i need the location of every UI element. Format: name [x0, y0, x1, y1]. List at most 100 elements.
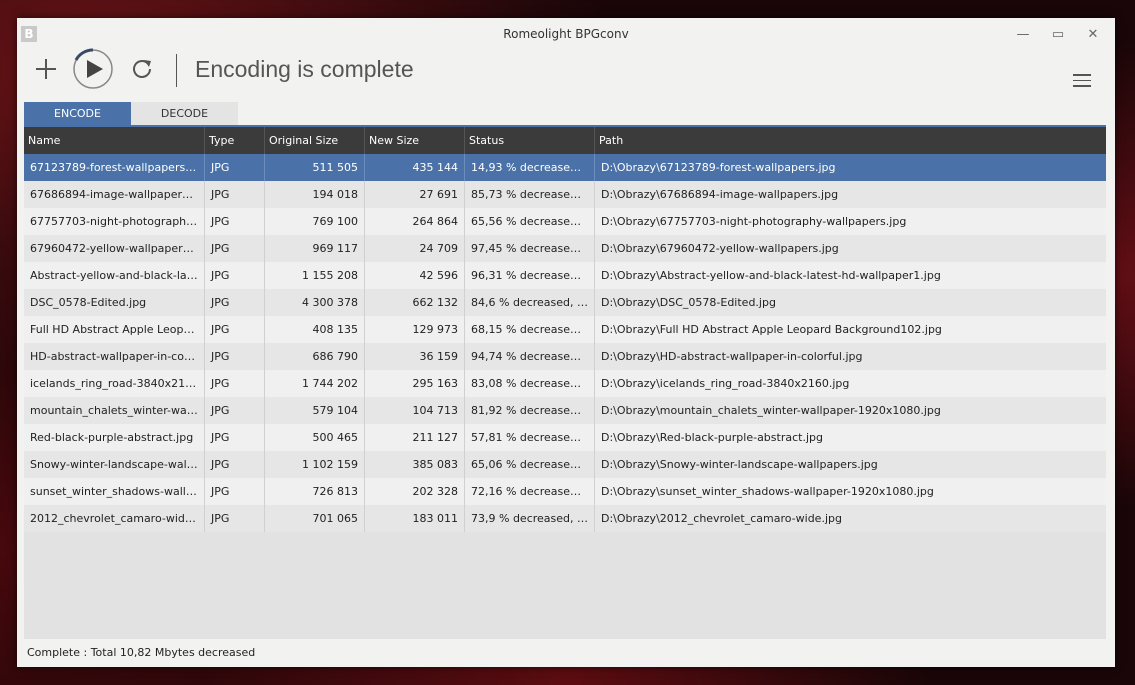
file-type-cell: JPG [205, 316, 265, 343]
file-name-cell: Snowy-winter-landscape-wallp... [24, 451, 205, 478]
table-row[interactable]: Red-black-purple-abstract.jpg JPG 500 465 2… [24, 424, 1106, 451]
column-header-status[interactable]: Status [465, 127, 595, 154]
original-size-cell: 4 300 378 [265, 289, 365, 316]
file-name-cell: 2012_chevrolet_camaro-wide.jpg [24, 505, 205, 532]
column-header-name[interactable]: Name [24, 127, 205, 154]
path-cell: D:\Obrazy\67123789-forest-wallpapers.jpg [601, 161, 836, 174]
table-body: 67123789-forest-wallpapers.jpg JPG 511 505… [24, 154, 1106, 532]
status-cell: 96,31 % decreased, x... [465, 262, 595, 289]
original-size-cell: 969 117 [265, 235, 365, 262]
new-size-cell: 36 159 [365, 343, 465, 370]
file-name-cell: Red-black-purple-abstract.jpg [24, 424, 205, 451]
tab-encode[interactable]: ENCODE [24, 102, 131, 125]
new-size-cell: 211 127 [365, 424, 465, 451]
new-size-cell: 295 163 [365, 370, 465, 397]
file-type-cell: JPG [205, 181, 265, 208]
table-row[interactable]: 67123789-forest-wallpapers.jpg JPG 511 505… [24, 154, 1106, 181]
new-size-cell: 24 709 [365, 235, 465, 262]
path-cell: D:\Obrazy\Full HD Abstract Apple Leopard… [601, 323, 942, 336]
path-cell: D:\Obrazy\HD-abstract-wallpaper-in-color… [601, 350, 863, 363]
refresh-icon [133, 60, 151, 78]
path-cell: D:\Obrazy\DSC_0578-Edited.jpg [601, 296, 776, 309]
new-size-cell: 183 011 [365, 505, 465, 532]
file-type-cell: JPG [205, 343, 265, 370]
status-cell: 81,92 % decreased, x... [465, 397, 595, 424]
file-type-cell: JPG [205, 478, 265, 505]
status-cell: 65,06 % decreased, x... [465, 451, 595, 478]
minimize-button[interactable]: — [1008, 24, 1038, 46]
toolbar-divider [176, 54, 177, 87]
table-row[interactable]: 2012_chevrolet_camaro-wide.jpg JPG 701 065… [24, 505, 1106, 532]
menu-icon-line [1073, 85, 1091, 87]
table-header: Name Type Original Size New Size Status … [24, 127, 1106, 154]
file-name-cell: Full HD Abstract Apple Leopar... [24, 316, 205, 343]
status-cell: 72,16 % decreased, x... [465, 478, 595, 505]
file-type-cell: JPG [205, 424, 265, 451]
status-cell: 85,73 % decreased, x... [465, 181, 595, 208]
file-type-cell: JPG [205, 370, 265, 397]
column-header-type[interactable]: Type [205, 127, 265, 154]
path-cell: D:\Obrazy\67757703-night-photography-wal… [601, 215, 907, 228]
original-size-cell: 701 065 [265, 505, 365, 532]
original-size-cell: 408 135 [265, 316, 365, 343]
file-name-cell: DSC_0578-Edited.jpg [24, 289, 205, 316]
file-type-cell: JPG [205, 235, 265, 262]
new-size-cell: 202 328 [365, 478, 465, 505]
table-row[interactable]: 67686894-image-wallpapers.jpg JPG 194 018 2… [24, 181, 1106, 208]
column-header-path[interactable]: Path [595, 127, 1106, 154]
table-row[interactable]: icelands_ring_road-3840x2160.... JPG 1 744… [24, 370, 1106, 397]
table-row[interactable]: Full HD Abstract Apple Leopar... JPG 408 1… [24, 316, 1106, 343]
status-cell: 84,6 % decreased, x265 [465, 289, 595, 316]
file-name-cell: HD-abstract-wallpaper-in-colo... [24, 343, 205, 370]
file-name-cell: 67686894-image-wallpapers.jpg [24, 181, 205, 208]
original-size-cell: 1 744 202 [265, 370, 365, 397]
original-size-cell: 511 505 [265, 154, 365, 181]
window-title: Romeolight BPGconv [503, 27, 629, 41]
path-cell: D:\Obrazy\sunset_winter_shadows-wallpape… [601, 485, 934, 498]
table-row[interactable]: HD-abstract-wallpaper-in-colo... JPG 686 7… [24, 343, 1106, 370]
plus-icon [36, 59, 56, 79]
table-row[interactable]: Abstract-yellow-and-black-late... JPG 1 15… [24, 262, 1106, 289]
refresh-button[interactable] [129, 56, 155, 82]
start-encoding-button[interactable] [72, 48, 114, 90]
file-type-cell: JPG [205, 208, 265, 235]
file-type-cell: JPG [205, 154, 265, 181]
menu-icon-line [1073, 79, 1091, 81]
new-size-cell: 435 144 [365, 154, 465, 181]
new-size-cell: 27 691 [365, 181, 465, 208]
table-row[interactable]: 67757703-night-photography-... JPG 769 100… [24, 208, 1106, 235]
path-cell: D:\Obrazy\2012_chevrolet_camaro-wide.jpg [601, 512, 842, 525]
original-size-cell: 1 102 159 [265, 451, 365, 478]
play-progress-icon [73, 48, 113, 89]
table-row[interactable]: Snowy-winter-landscape-wallp... JPG 1 102 … [24, 451, 1106, 478]
column-header-original-size[interactable]: Original Size [265, 127, 365, 154]
tab-decode[interactable]: DECODE [131, 102, 238, 125]
table-row[interactable]: mountain_chalets_winter-wall... JPG 579 10… [24, 397, 1106, 424]
hamburger-menu-button[interactable] [1073, 74, 1091, 88]
path-cell: D:\Obrazy\Snowy-winter-landscape-wallpap… [601, 458, 878, 471]
path-cell: D:\Obrazy\67686894-image-wallpapers.jpg [601, 188, 839, 201]
file-name-cell: 67757703-night-photography-... [24, 208, 205, 235]
status-cell: 73,9 % decreased, x265 [465, 505, 595, 532]
path-cell: D:\Obrazy\67960472-yellow-wallpapers.jpg [601, 242, 839, 255]
new-size-cell: 104 713 [365, 397, 465, 424]
new-size-cell: 129 973 [365, 316, 465, 343]
menu-icon-line [1073, 74, 1091, 76]
table-row[interactable]: sunset_winter_shadows-wallp... JPG 726 813… [24, 478, 1106, 505]
app-window: B Romeolight BPGconv — ▭ ✕ Encoding is c… [17, 18, 1115, 667]
status-cell: 68,15 % decreased, x... [465, 316, 595, 343]
file-type-cell: JPG [205, 397, 265, 424]
maximize-button[interactable]: ▭ [1043, 24, 1073, 46]
new-size-cell: 662 132 [365, 289, 465, 316]
path-cell: D:\Obrazy\Red-black-purple-abstract.jpg [601, 431, 823, 444]
original-size-cell: 726 813 [265, 478, 365, 505]
table-row[interactable]: DSC_0578-Edited.jpg JPG 4 300 378 662 132 84… [24, 289, 1106, 316]
close-button[interactable]: ✕ [1078, 24, 1108, 46]
column-header-new-size[interactable]: New Size [365, 127, 465, 154]
path-cell: D:\Obrazy\Abstract-yellow-and-black-late… [601, 269, 941, 282]
add-files-button[interactable] [33, 56, 59, 82]
original-size-cell: 686 790 [265, 343, 365, 370]
file-type-cell: JPG [205, 289, 265, 316]
table-row[interactable]: 67960472-yellow-wallpapers.jpg JPG 969 117… [24, 235, 1106, 262]
files-table: Name Type Original Size New Size Status … [24, 127, 1106, 639]
